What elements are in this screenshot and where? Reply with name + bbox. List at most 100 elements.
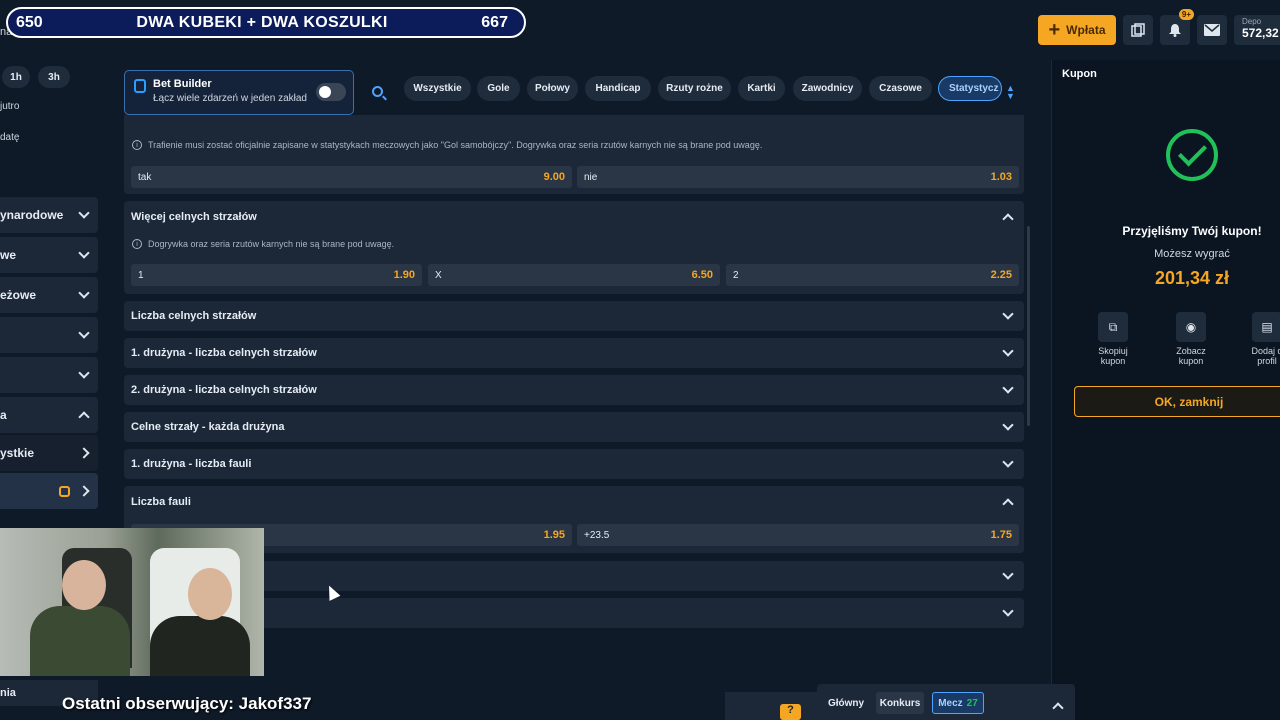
markets-scrollbar[interactable] <box>1027 226 1030 426</box>
action-label: profil <box>1257 356 1277 366</box>
chevron-down-icon <box>1002 605 1014 617</box>
market-info-text: Dogrywka oraz seria rzutów karnych nie s… <box>148 239 395 249</box>
filter-handicap[interactable]: Handicap <box>585 76 651 101</box>
market-title: Celne strzały - każda drużyna <box>131 421 285 433</box>
messages-button[interactable] <box>1197 15 1227 45</box>
filter-corners[interactable]: Rzuty rożne <box>658 76 731 101</box>
sidebar-item-2[interactable]: we <box>0 237 98 273</box>
deposit-label: Wpłata <box>1066 23 1106 37</box>
odd-button[interactable]: 2 2.25 <box>726 264 1019 286</box>
market-team1-shots[interactable]: 1. drużyna - liczba celnych strzałów <box>124 338 1024 368</box>
ok-close-button[interactable]: OK, zamknij <box>1074 386 1280 417</box>
odd-button[interactable]: X 6.50 <box>428 264 720 286</box>
bet-builder-toggle[interactable] <box>316 83 346 101</box>
market-shots-on-target[interactable]: Liczba celnych strzałów <box>124 301 1024 331</box>
market-info: i Dogrywka oraz seria rzutów karnych nie… <box>132 239 394 249</box>
sidebar-item-label: nia <box>0 687 16 699</box>
sidebar-item-label: eżowe <box>0 288 37 302</box>
tab-match-count: 27 <box>966 697 978 709</box>
odd-button[interactable]: tak 9.00 <box>131 166 572 188</box>
copy-icon: ⧉ <box>1098 312 1128 342</box>
filter-halves[interactable]: Połowy <box>527 76 578 101</box>
sidebar-item-all[interactable]: ystkie <box>0 435 98 471</box>
market-title: Liczba fauli <box>131 496 191 508</box>
goal-left-count: 650 <box>16 13 43 31</box>
sidebar-item-label: ynarodowe <box>0 208 64 222</box>
copy-coupon-button[interactable]: ⧉ Skopiuj kupon <box>1078 312 1148 366</box>
coupon-title: Kupon <box>1062 68 1097 80</box>
odd-button[interactable]: nie 1.03 <box>577 166 1019 188</box>
sidebar-item-international[interactable]: ynarodowe <box>0 197 98 233</box>
bet-builder-subtitle: Łącz wiele zdarzeń w jeden zakład <box>153 93 307 104</box>
chevron-down-icon <box>1002 456 1014 468</box>
sidebar-item-4[interactable] <box>0 317 98 353</box>
odd-value: 2.25 <box>990 269 1012 281</box>
chevron-up-icon <box>78 411 90 423</box>
goal-right-count: 667 <box>481 13 508 31</box>
bottom-panel <box>725 692 817 720</box>
market-more-shots: Więcej celnych strzałów i Dogrywka oraz … <box>124 201 1024 294</box>
coupons-button[interactable] <box>1123 15 1153 45</box>
time-filter-3h[interactable]: 3h <box>38 66 70 88</box>
action-label: kupon <box>1178 356 1204 366</box>
action-label: Dodaj d <box>1251 346 1280 356</box>
odd-button[interactable]: +23.5 1.75 <box>577 524 1019 546</box>
market-title: 2. drużyna - liczba celnych strzałów <box>131 384 317 396</box>
odd-button[interactable]: 1 1.90 <box>131 264 422 286</box>
sidebar-item-3[interactable]: eżowe <box>0 277 98 313</box>
odd-value: 1.90 <box>393 269 415 281</box>
notifications-button[interactable]: 9+ <box>1160 9 1194 45</box>
tab-main[interactable]: Główny <box>822 692 870 714</box>
plus-icon: + <box>1048 19 1061 41</box>
help-button[interactable]: ? <box>780 704 801 720</box>
filter-time[interactable]: Czasowe <box>869 76 932 101</box>
time-filter-1h[interactable]: 1h <box>2 66 30 88</box>
sidebar-item-label: a <box>0 408 7 422</box>
tab-contest[interactable]: Konkurs <box>876 692 924 714</box>
chevron-right-icon <box>78 485 90 497</box>
filter-players[interactable]: Zawodnicy <box>793 76 862 101</box>
deposit-button[interactable]: + Wpłata <box>1038 15 1116 45</box>
market-team1-fouls[interactable]: 1. drużyna - liczba fauli <box>124 449 1024 479</box>
filter-goals[interactable]: Gole <box>477 76 520 101</box>
odd-label: tak <box>138 171 152 183</box>
notifications-badge: 9+ <box>1178 9 1194 20</box>
filter-scroll-icon[interactable]: ▲ ▼ <box>1006 84 1015 101</box>
filter-tomorrow[interactable]: jutro <box>0 101 19 112</box>
add-to-profile-button[interactable]: ▤ Dodaj d profil <box>1232 312 1280 366</box>
success-check-icon <box>1166 129 1218 181</box>
odd-label: +23.5 <box>584 529 610 541</box>
chevron-up-icon[interactable] <box>1052 702 1064 714</box>
market-shots-each-team[interactable]: Celne strzały - każda drużyna <box>124 412 1024 442</box>
filter-all[interactable]: Wszystkie <box>404 76 471 101</box>
last-follower-text: Ostatni obserwujący: Jakof337 <box>62 694 312 713</box>
tab-match[interactable]: Mecz 27 <box>932 692 984 714</box>
filter-date[interactable]: datę <box>0 132 19 143</box>
market-info: i Trafienie musi zostać oficjalnie zapis… <box>132 140 762 150</box>
balance-box[interactable]: Depo 572,32 <box>1234 15 1280 45</box>
filter-cards[interactable]: Kartki <box>738 76 785 101</box>
search-icon[interactable] <box>372 86 383 97</box>
can-win-label: Możesz wygrać <box>1154 248 1230 260</box>
sidebar-item-selected[interactable] <box>0 473 98 509</box>
sidebar-item-5[interactable] <box>0 357 98 393</box>
chevron-down-icon <box>78 247 90 259</box>
sidebar-item-6-expanded[interactable]: a <box>0 397 98 433</box>
market-header[interactable]: Liczba fauli <box>124 486 1024 518</box>
balance-label: Depo <box>1242 17 1262 26</box>
market-info-text: Trafienie musi zostać oficjalnie zapisan… <box>148 140 763 150</box>
market-title: Więcej celnych strzałów <box>131 211 257 223</box>
market-team2-shots[interactable]: 2. drużyna - liczba celnych strzałów <box>124 375 1024 405</box>
webcam-overlay <box>0 528 264 676</box>
stream-goal-banner: 650 DWA KUBEKI + DWA KOSZULKI 667 <box>6 7 526 38</box>
odd-label: 1 <box>138 269 144 281</box>
market-title: 1. drużyna - liczba fauli <box>131 458 252 470</box>
market-title: Liczba celnych strzałów <box>131 310 257 322</box>
bet-builder-icon <box>134 79 146 93</box>
market-header[interactable]: Więcej celnych strzałów <box>124 201 1024 233</box>
bet-builder-box[interactable]: Bet Builder Łącz wiele zdarzeń w jeden z… <box>124 70 354 115</box>
view-coupon-button[interactable]: ◉ Zobacz kupon <box>1156 312 1226 366</box>
odd-label: nie <box>584 171 598 183</box>
chevron-up-icon <box>1002 213 1014 225</box>
filter-statistics[interactable]: Statystycz <box>938 76 1002 101</box>
